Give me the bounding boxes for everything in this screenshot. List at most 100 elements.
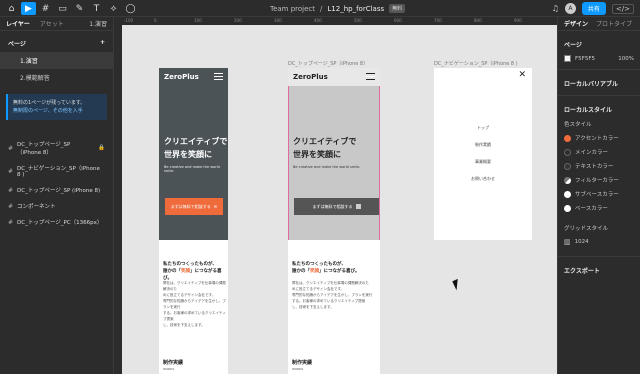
frame-top-sp-2[interactable]: ZeroPlus クリエイティブで 世界を笑顔に Be creative and …: [288, 68, 380, 374]
tab-assets[interactable]: アセット: [40, 19, 64, 28]
hero-headline: クリエイティブで 世界を笑顔に: [293, 137, 357, 159]
page-color-row[interactable]: F5F5F5 100%: [564, 55, 634, 62]
cta-button[interactable]: まずは無料で相談する: [294, 198, 379, 215]
nav-item[interactable]: 事業概要: [434, 159, 532, 165]
toolbar-right: ♫ A 共有 </>: [552, 2, 634, 15]
page-item-2[interactable]: 2.模範解答: [0, 69, 113, 86]
top-toolbar: ⌂ ▶ # ▭ ✎ T ⟡ ◯ Team project / L12_hp_fo…: [0, 0, 640, 17]
ruler-mark: 300: [274, 18, 282, 23]
text-tool-icon[interactable]: T: [89, 2, 104, 15]
frame-icon: #: [8, 144, 14, 152]
color-swatch: [564, 148, 571, 156]
share-button[interactable]: 共有: [581, 2, 606, 15]
plan-badge: 無料: [389, 4, 406, 13]
current-page-select[interactable]: 1.演習: [89, 19, 107, 28]
hero-section: ZeroPlus クリエイティブで 世界を笑顔に Be creative and …: [159, 68, 228, 240]
file-name[interactable]: L12_hp_forClass: [327, 5, 384, 13]
mail-icon: ✉: [213, 204, 218, 209]
ruler-mark: 800: [474, 18, 482, 23]
add-page-icon[interactable]: +: [100, 39, 105, 48]
ruler-mark: -100: [124, 18, 134, 23]
resources-icon[interactable]: ⟡: [106, 2, 121, 15]
canvas[interactable]: -100 0 100 200 300 400 500 600 700 800 9…: [114, 17, 557, 374]
page-item-1[interactable]: 1.演習: [0, 52, 113, 69]
frame-icon: #: [8, 186, 14, 194]
nav-item[interactable]: お問い合わせ: [434, 176, 532, 182]
color-swatch: [564, 176, 571, 184]
right-panel: デザイン プロトタイプ ページ F5F5F5 100% ローカルバリアブル ロー…: [557, 17, 640, 374]
layer-item[interactable]: # DC_トップページ_SP (iPhone 8): [0, 182, 113, 198]
hero-section: ZeroPlus クリエイティブで 世界を笑顔に Be creative and …: [288, 68, 380, 240]
color-style-item[interactable]: テキストカラー: [564, 162, 634, 170]
hamburger-icon[interactable]: [366, 73, 375, 80]
color-swatch: [564, 204, 571, 212]
page-color-value[interactable]: F5F5F5: [575, 56, 595, 62]
pages-heading: ページ: [8, 41, 26, 48]
layer-label: DC_トップページ_PC（1366px）: [17, 220, 103, 226]
color-style-item[interactable]: サブベースカラー: [564, 190, 634, 198]
pen-tool-icon[interactable]: ✎: [72, 2, 87, 15]
layer-item[interactable]: # コンポーネント: [0, 198, 113, 214]
color-style-item[interactable]: ベースカラー: [564, 204, 634, 212]
left-panel: レイヤー アセット 1.演習 ページ + 1.演習 2.模範解答 無料の1ページ…: [0, 17, 114, 374]
hero-headline: クリエイティブで 世界を笑顔に: [164, 137, 228, 159]
works-heading: 制作実績: [292, 360, 313, 366]
tool-group: ⌂ ▶ # ▭ ✎ T ⟡ ◯: [4, 2, 138, 15]
works-subheading: WORKS: [292, 367, 304, 371]
layer-item[interactable]: # DC_トップページ_SP（iPhone 8） 🔒: [0, 136, 113, 160]
shape-tool-icon[interactable]: ▭: [55, 2, 70, 15]
dev-mode-button[interactable]: </>: [611, 3, 634, 14]
ruler-mark: 500: [354, 18, 362, 23]
comment-icon[interactable]: ◯: [123, 2, 138, 15]
frame-icon: #: [8, 218, 14, 226]
avatar[interactable]: A: [564, 3, 576, 14]
divider: [558, 256, 640, 257]
ruler-mark: 900: [514, 18, 522, 23]
ruler-mark: 400: [314, 18, 322, 23]
frame-label[interactable]: DC_ナビゲーション_SP（iPhone 8 ): [434, 60, 518, 67]
right-panel-tabs: デザイン プロトタイプ: [558, 17, 640, 31]
hero-subline: Be creative and make the world smile.: [164, 165, 220, 173]
color-style-item[interactable]: メインカラー: [564, 148, 634, 156]
hamburger-icon[interactable]: [214, 73, 223, 80]
frame-navigation-sp[interactable]: ✕ トップ 制作実績 事業概要 お問い合わせ: [434, 68, 532, 240]
nav-item[interactable]: トップ: [434, 125, 532, 131]
color-style-item[interactable]: アクセントカラー: [564, 134, 634, 142]
page-section-heading: ページ: [564, 42, 582, 49]
tab-design[interactable]: デザイン: [564, 19, 588, 28]
headphones-icon[interactable]: ♫: [552, 4, 559, 13]
layer-item[interactable]: # DC_トップページ_PC（1366px）: [0, 214, 113, 230]
local-variables-heading[interactable]: ローカルバリアブル: [564, 79, 634, 88]
about-text: 弊社は、クリエイティブを仕事場の課題解決のた めに役立てるデザイン会社です。 専門的…: [163, 281, 226, 327]
frame-icon: #: [8, 167, 14, 175]
close-icon[interactable]: ✕: [518, 70, 526, 80]
lock-icon[interactable]: 🔒: [98, 145, 105, 151]
layer-item[interactable]: # DC_ナビゲーション_SP（iPhone 8 ): [0, 160, 113, 182]
ruler-left: [114, 25, 122, 374]
hero-subline: Be creative and make the world smile.: [293, 165, 361, 169]
local-styles-heading: ローカルスタイル: [564, 107, 613, 114]
color-style-item[interactable]: フィルターカラー: [564, 176, 634, 184]
tab-prototype[interactable]: プロトタイプ: [596, 19, 632, 28]
about-heading: 私たちのつくったものが、 誰かの「笑顔」につながる喜び。: [292, 262, 360, 274]
menu-icon[interactable]: ⌂: [4, 2, 19, 15]
ruler-mark: 200: [234, 18, 242, 23]
grid-style-item[interactable]: ▥ 1024: [564, 238, 634, 246]
hero-image-placeholder: [288, 86, 380, 240]
project-name[interactable]: Team project: [270, 5, 315, 13]
frame-label[interactable]: DC_トップページ_SP（iPhone 8）: [288, 60, 368, 67]
logo: ZeroPlus: [164, 73, 199, 81]
mouse-cursor-icon: [452, 277, 465, 291]
frame-top-sp-1[interactable]: ZeroPlus クリエイティブで 世界を笑顔に Be creative and …: [159, 68, 228, 374]
frame-tool-icon[interactable]: #: [38, 2, 53, 15]
move-tool-icon[interactable]: ▶: [21, 2, 36, 15]
tab-layers[interactable]: レイヤー: [6, 19, 30, 28]
page-color-swatch[interactable]: [564, 55, 571, 62]
export-heading[interactable]: エクスポート: [564, 266, 634, 275]
layer-label: DC_ナビゲーション_SP（iPhone 8 ): [17, 166, 100, 178]
page-opacity-value[interactable]: 100%: [618, 56, 634, 62]
cta-button[interactable]: まずは無料で相談する ✉: [165, 198, 223, 215]
upgrade-link[interactable]: 無制限のページ、その他を入手: [13, 107, 102, 115]
works-subheading: WORKS: [163, 367, 175, 371]
nav-item[interactable]: 制作実績: [434, 142, 532, 148]
